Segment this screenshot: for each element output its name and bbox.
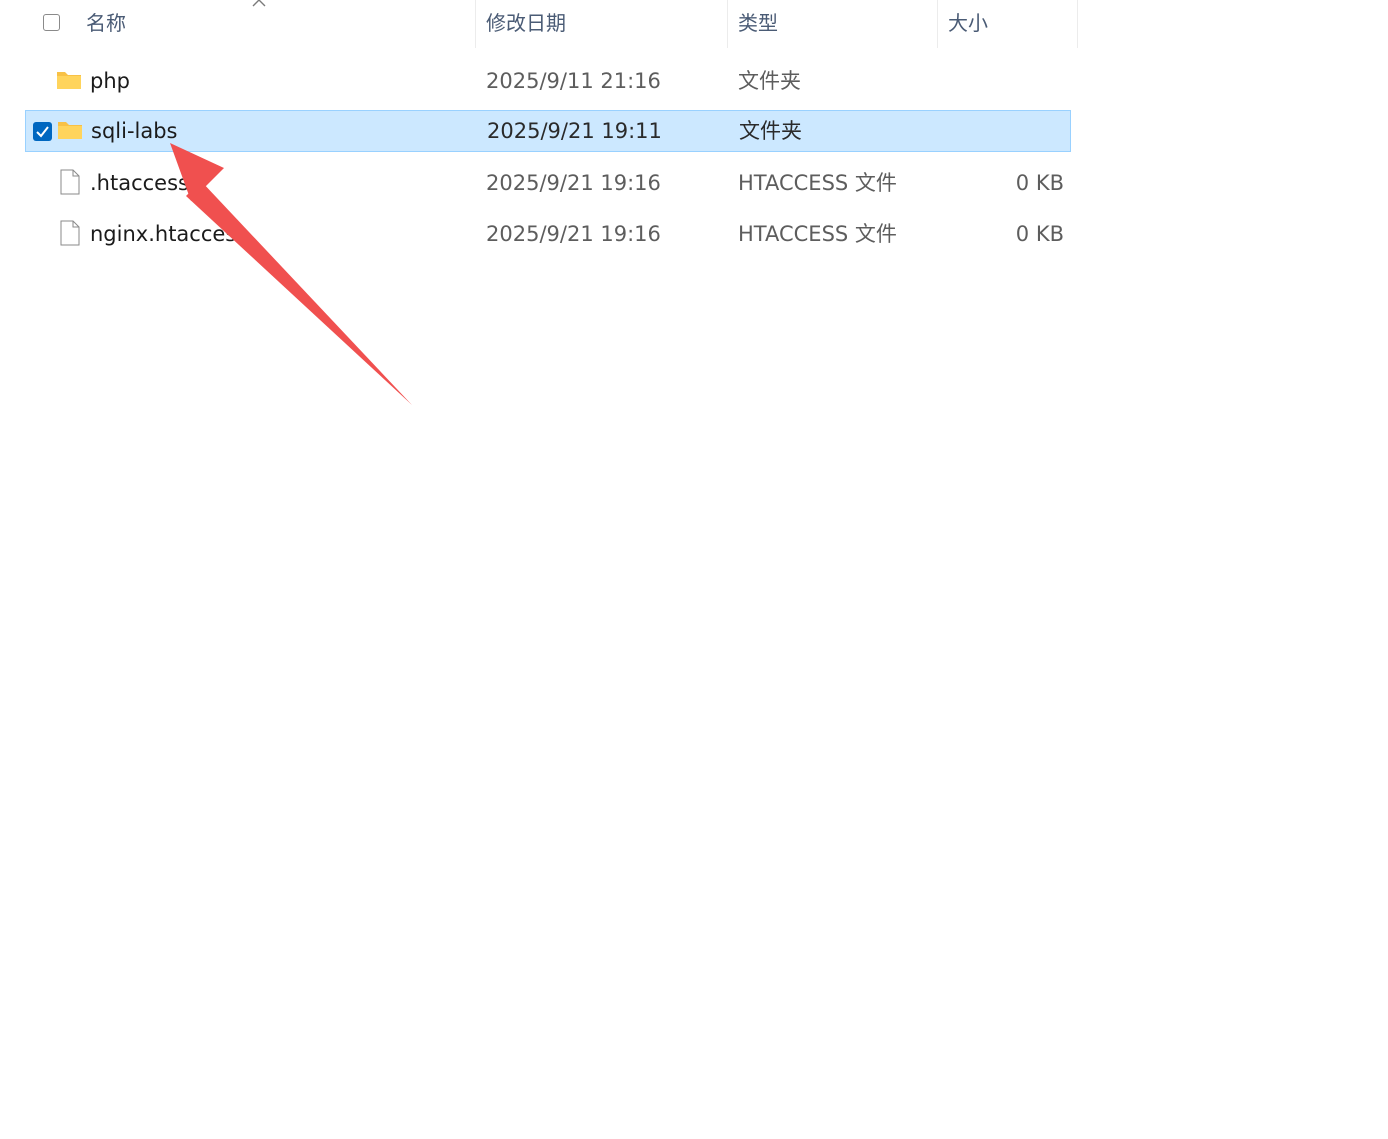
column-divider[interactable] — [475, 0, 476, 48]
file-name[interactable]: sqli-labs — [91, 110, 178, 152]
file-type: HTACCESS 文件 — [738, 171, 897, 195]
file-row-php[interactable]: php 2025/9/11 21:16 文件夹 — [25, 60, 1071, 102]
column-header-bar: 名称 修改日期 类型 大小 — [0, 0, 1078, 48]
select-all-checkbox[interactable] — [43, 14, 60, 31]
file-name[interactable]: nginx.htaccess — [90, 213, 247, 255]
file-date-modified: 2025/9/11 21:16 — [486, 69, 661, 93]
column-header-date-modified[interactable]: 修改日期 — [486, 0, 566, 48]
column-header-size[interactable]: 大小 — [948, 0, 988, 48]
file-type: 文件夹 — [739, 119, 802, 143]
column-divider[interactable] — [937, 0, 938, 48]
column-divider[interactable] — [1077, 0, 1078, 48]
file-icon — [60, 220, 80, 246]
file-type: 文件夹 — [738, 69, 801, 93]
file-size: 0 KB — [1015, 171, 1064, 195]
checkmark-icon[interactable] — [33, 122, 52, 141]
file-name[interactable]: php — [90, 60, 130, 102]
column-header-type[interactable]: 类型 — [738, 0, 778, 48]
file-type: HTACCESS 文件 — [738, 222, 897, 246]
file-size: 0 KB — [1015, 222, 1064, 246]
file-date-modified: 2025/9/21 19:16 — [486, 171, 661, 195]
file-date-modified: 2025/9/21 19:11 — [487, 119, 662, 143]
column-divider[interactable] — [727, 0, 728, 48]
file-row-htaccess[interactable]: .htaccess 2025/9/21 19:16 HTACCESS 文件 0 … — [25, 162, 1071, 204]
folder-icon — [57, 72, 81, 89]
file-name[interactable]: .htaccess — [90, 162, 189, 204]
sort-ascending-icon — [252, 0, 266, 7]
file-date-modified: 2025/9/21 19:16 — [486, 222, 661, 246]
file-row-nginx-htaccess[interactable]: nginx.htaccess 2025/9/21 19:16 HTACCESS … — [25, 213, 1071, 255]
file-icon — [60, 169, 80, 195]
file-row-sqli-labs[interactable]: sqli-labs 2025/9/21 19:11 文件夹 — [25, 110, 1071, 152]
column-header-name[interactable]: 名称 — [86, 0, 126, 48]
folder-icon — [58, 122, 82, 139]
